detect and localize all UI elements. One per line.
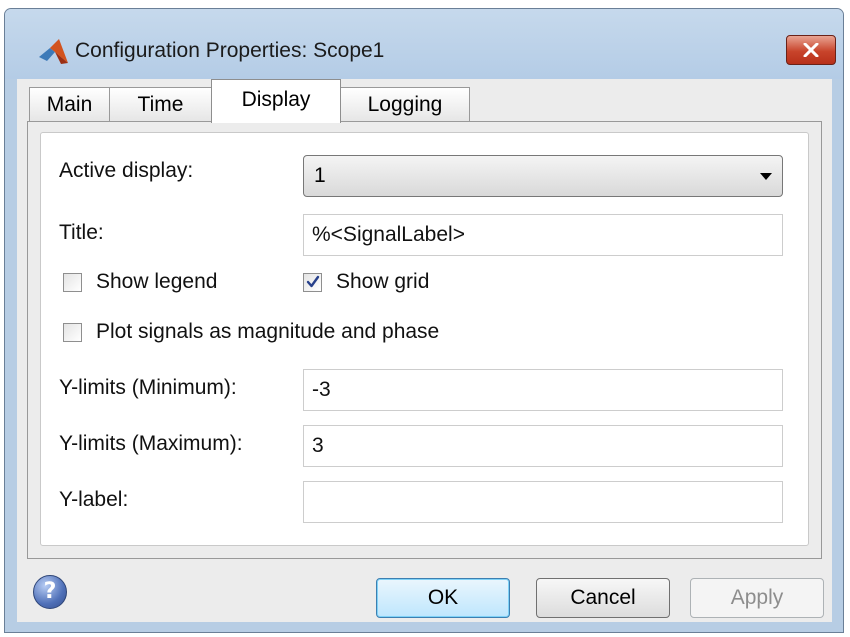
ylabel-label: Y-label: [59, 488, 129, 511]
matlab-logo-icon [39, 39, 68, 64]
display-settings-panel: Active display: 1 Title: %<SignalLabel> … [40, 132, 809, 546]
window-title: Configuration Properties: Scope1 [75, 39, 385, 62]
title-label: Title: [59, 221, 104, 244]
show-legend-label: Show legend [96, 270, 218, 293]
plot-mag-phase-label: Plot signals as magnitude and phase [96, 320, 440, 343]
show-grid-checkbox[interactable] [303, 273, 322, 292]
tab-display[interactable]: Display [211, 79, 341, 123]
tab-strip: Main Time Display Logging [17, 79, 832, 123]
ymax-label: Y-limits (Maximum): [59, 432, 243, 455]
tab-logging[interactable]: Logging [340, 87, 470, 121]
ylabel-input[interactable] [303, 481, 783, 523]
ymin-input[interactable]: -3 [303, 369, 783, 411]
ymax-input[interactable]: 3 [303, 425, 783, 467]
dialog-footer: ? OK Cancel Apply [17, 559, 832, 622]
active-display-label: Active display: [59, 159, 194, 182]
active-display-dropdown[interactable]: 1 [303, 155, 783, 197]
active-display-value: 1 [314, 164, 326, 187]
plot-mag-phase-checkbox[interactable] [63, 323, 82, 342]
checkmark-icon [306, 275, 320, 288]
cancel-button[interactable]: Cancel [536, 578, 670, 618]
dialog-window: Configuration Properties: Scope1 Main Ti… [4, 8, 844, 633]
show-legend-checkbox[interactable] [63, 273, 82, 292]
display-tab-panel: Active display: 1 Title: %<SignalLabel> … [27, 121, 822, 559]
help-icon[interactable]: ? [33, 575, 67, 609]
show-grid-label: Show grid [336, 270, 430, 293]
apply-button[interactable]: Apply [690, 578, 824, 618]
close-button[interactable] [786, 35, 836, 65]
ok-button[interactable]: OK [376, 578, 510, 618]
dialog-client-area: Main Time Display Logging Active display… [17, 79, 832, 622]
title-bar[interactable]: Configuration Properties: Scope1 [5, 9, 843, 79]
ymin-label: Y-limits (Minimum): [59, 376, 237, 399]
tab-time[interactable]: Time [109, 87, 212, 121]
chevron-down-icon [760, 173, 772, 180]
title-input[interactable]: %<SignalLabel> [303, 214, 783, 256]
tab-main[interactable]: Main [29, 87, 110, 121]
close-icon [803, 43, 819, 57]
